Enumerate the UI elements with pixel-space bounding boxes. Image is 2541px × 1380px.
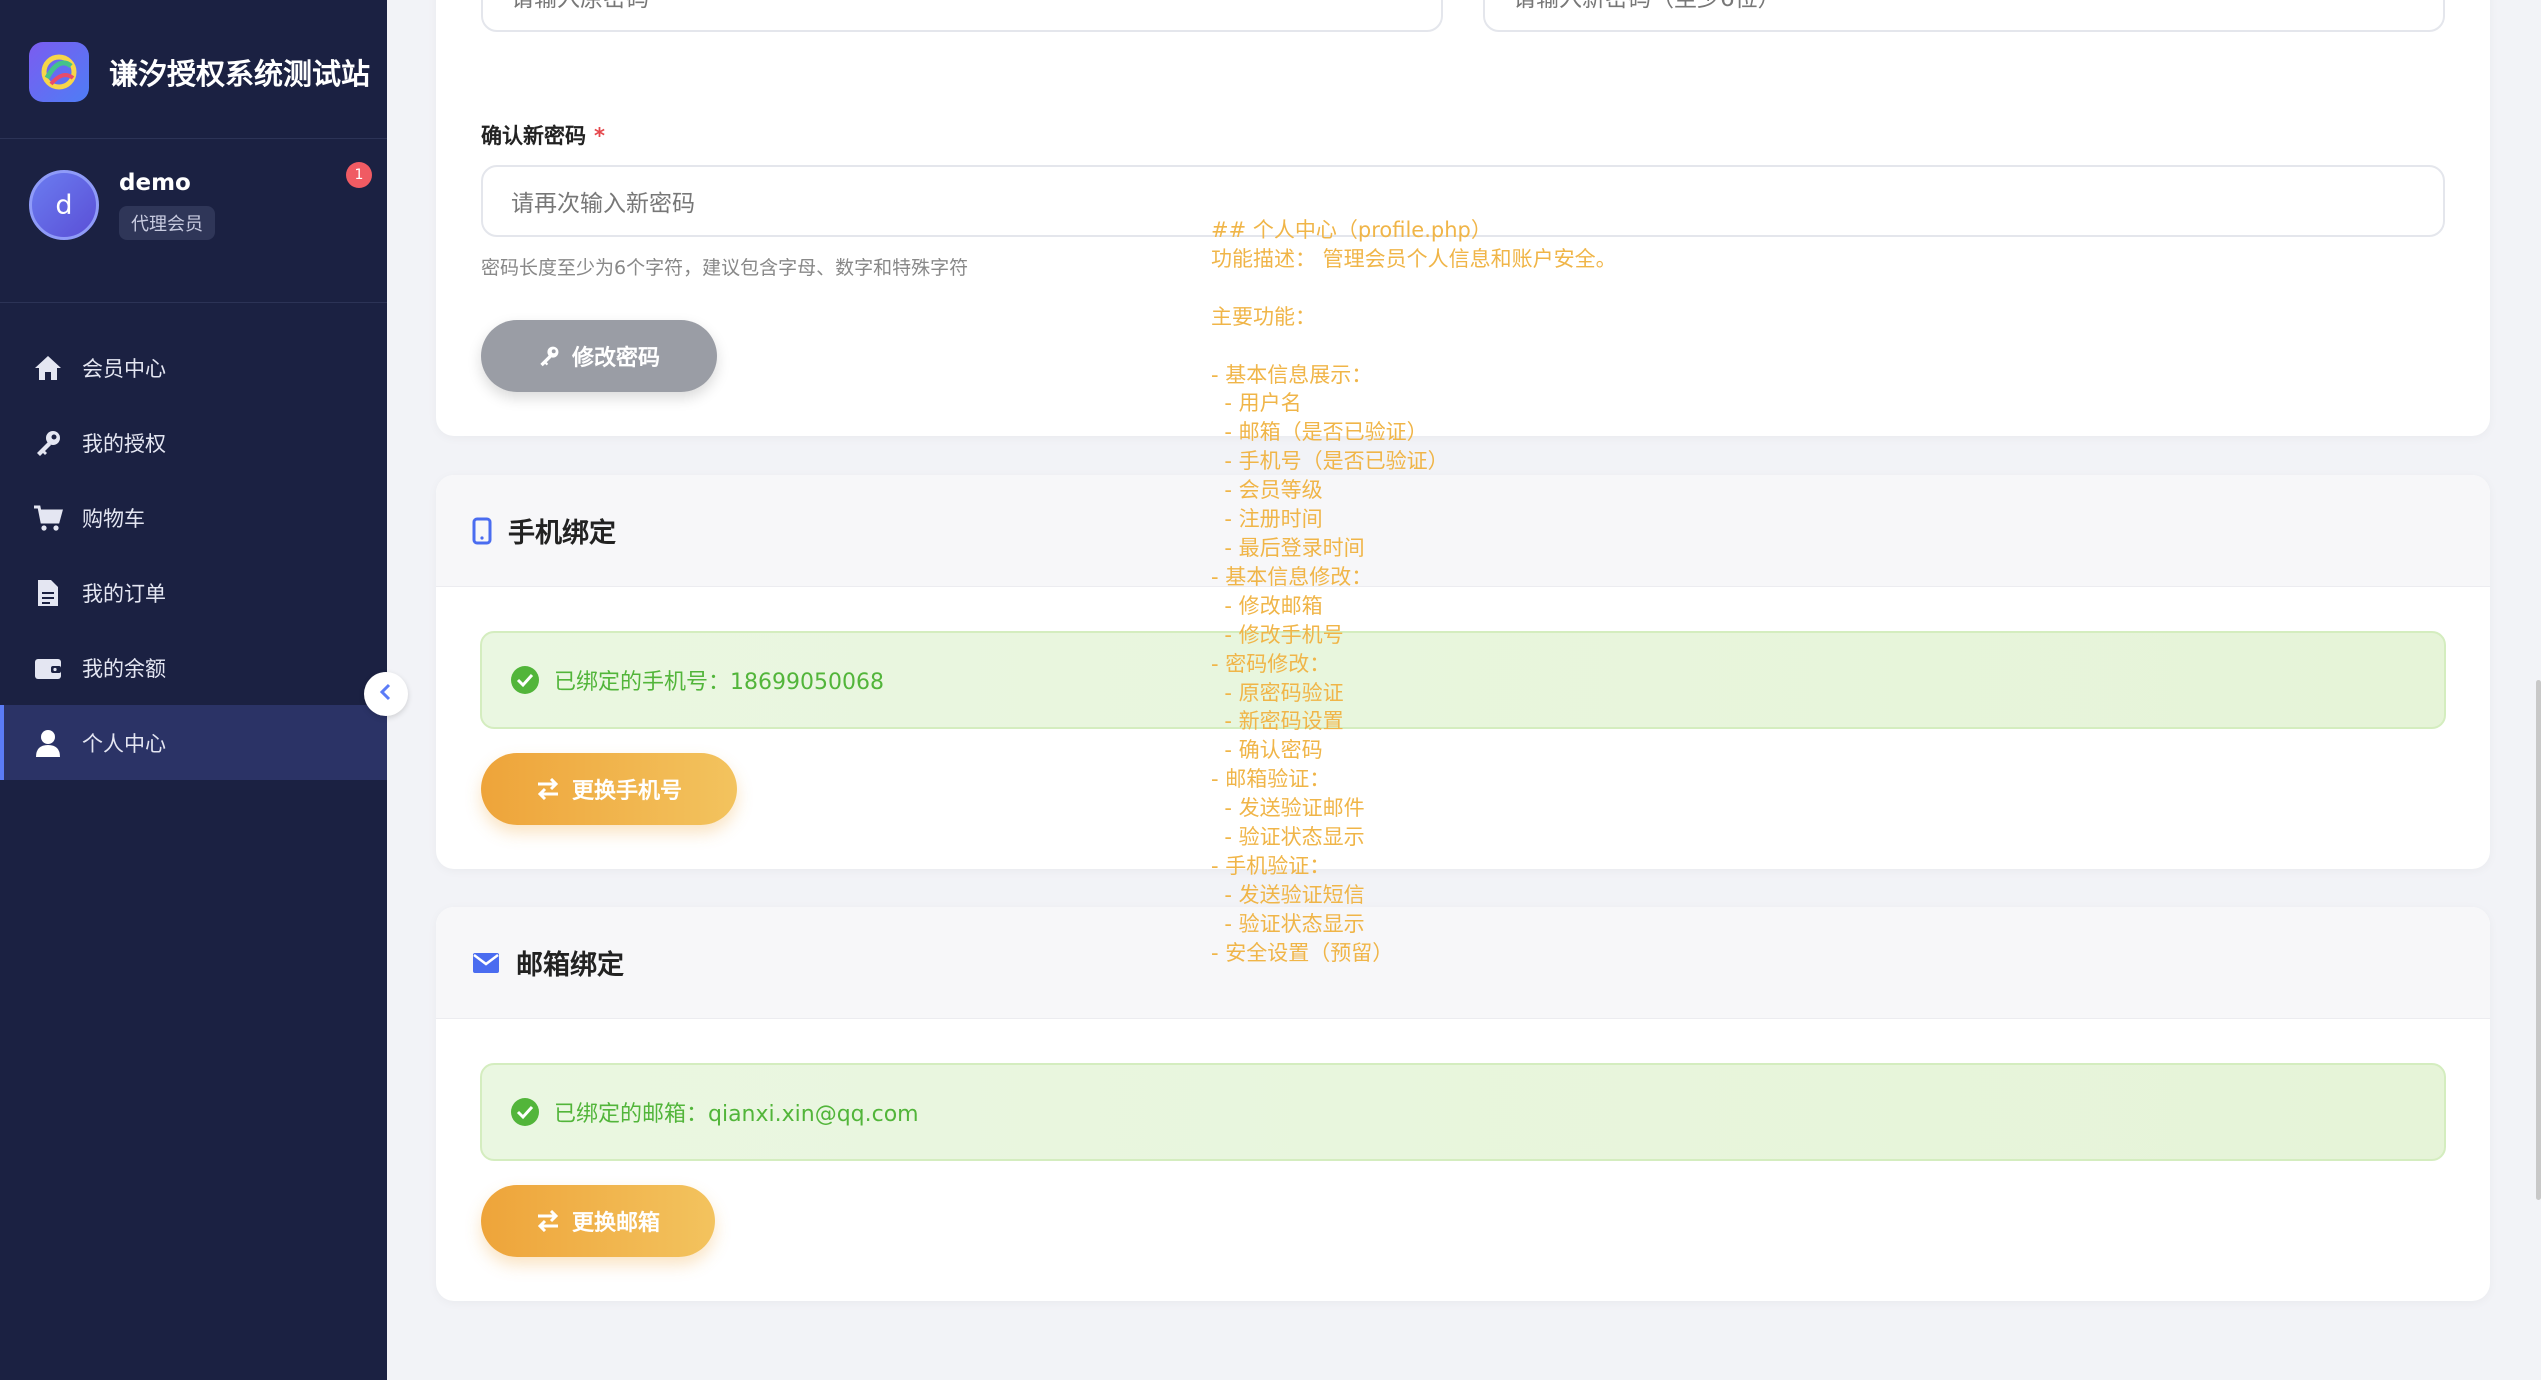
user-role-badge: 代理会员 — [119, 206, 215, 240]
change-email-button[interactable]: 更换邮箱 — [481, 1185, 715, 1257]
sidebar-item-profile[interactable]: 个人中心 — [0, 705, 387, 780]
brand[interactable]: 谦汐授权系统测试站 — [29, 42, 370, 102]
chevron-left-icon — [379, 683, 393, 705]
old-password-input[interactable]: 请输入原密码 — [481, 0, 1443, 32]
wallet-icon — [32, 652, 64, 684]
sidebar-item-label: 我的授权 — [82, 431, 166, 456]
email-bound-alert: 已绑定的邮箱：qianxi.xin@qq.com — [480, 1063, 2446, 1161]
divider — [0, 138, 387, 139]
sidebar-item-my-balance[interactable]: 我的余额 — [0, 630, 387, 705]
user-profile: d demo 代理会员 — [29, 170, 215, 240]
required-mark: * — [594, 124, 605, 148]
sidebar-item-label: 会员中心 — [82, 356, 166, 381]
sidebar-item-label: 我的订单 — [82, 581, 166, 606]
key-icon — [538, 345, 560, 367]
new-password-input[interactable]: 请输入新密码（至少6位） — [1483, 0, 2445, 32]
button-label: 更换邮箱 — [571, 1211, 660, 1236]
confirm-password-label: 确认新密码 * — [481, 120, 605, 150]
card-title: 手机绑定 — [508, 518, 616, 549]
user-name: demo — [119, 170, 191, 196]
label-text: 确认新密码 — [481, 124, 586, 148]
divider — [0, 302, 387, 303]
change-phone-button[interactable]: 更换手机号 — [481, 753, 737, 825]
user-icon — [32, 727, 64, 759]
phone-bound-text: 已绑定的手机号：18699050068 — [554, 670, 884, 695]
swap-arrows-icon — [536, 778, 560, 800]
home-icon — [32, 352, 64, 384]
email-bound-text: 已绑定的邮箱：qianxi.xin@qq.com — [554, 1102, 919, 1127]
sidebar-item-cart[interactable]: 购物车 — [0, 480, 387, 555]
feature-notes-overlay: ## 个人中心（profile.php） 功能描述： 管理会员个人信息和账户安全… — [1211, 218, 1617, 965]
document-icon — [32, 577, 64, 609]
sidebar-item-my-license[interactable]: 我的授权 — [0, 405, 387, 480]
change-password-button[interactable]: 修改密码 — [481, 320, 717, 392]
sidebar-collapse-button[interactable] — [364, 672, 408, 716]
swap-arrows-icon — [536, 1210, 560, 1232]
envelope-icon — [472, 952, 500, 974]
sidebar-nav: 会员中心 我的授权 购物车 我的订单 我的余额 个人中心 — [0, 330, 387, 780]
sidebar-item-label: 我的余额 — [82, 656, 166, 681]
page-scrollbar[interactable] — [2536, 680, 2541, 1200]
mobile-phone-icon — [472, 517, 492, 545]
key-icon — [32, 427, 64, 459]
sidebar-item-label: 购物车 — [82, 506, 145, 531]
check-circle-icon — [510, 1097, 540, 1127]
cart-icon — [32, 502, 64, 534]
sidebar: 谦汐授权系统测试站 d demo 代理会员 会员中心 我的授权 购物车 我的订单… — [0, 0, 387, 1380]
check-circle-icon — [510, 665, 540, 695]
brand-title: 谦汐授权系统测试站 — [109, 57, 371, 91]
button-label: 更换手机号 — [571, 779, 682, 804]
sidebar-item-label: 个人中心 — [82, 731, 166, 756]
cart-count-badge: 1 — [346, 162, 372, 188]
button-label: 修改密码 — [571, 346, 660, 371]
sidebar-item-my-orders[interactable]: 我的订单 — [0, 555, 387, 630]
card-title: 邮箱绑定 — [516, 950, 624, 981]
sidebar-item-member-center[interactable]: 会员中心 — [0, 330, 387, 405]
password-hint: 密码长度至少为6个字符，建议包含字母、数字和特殊字符 — [481, 257, 969, 279]
rainbow-logo-icon — [29, 42, 89, 102]
avatar: d — [29, 170, 99, 240]
